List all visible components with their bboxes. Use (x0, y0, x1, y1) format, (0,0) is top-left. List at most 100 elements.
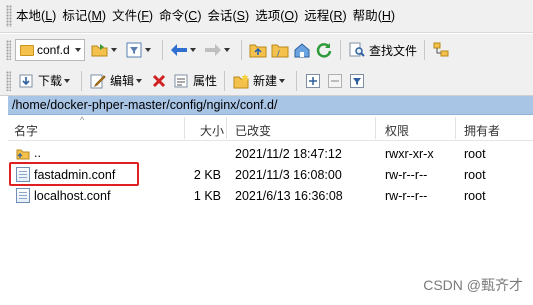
file-owner: root (464, 189, 486, 203)
folder-combo-value: conf.d (37, 43, 70, 57)
menu-session[interactable]: 会话(S) (205, 6, 251, 26)
back-button[interactable] (168, 38, 202, 62)
arrow-left-icon (170, 41, 188, 59)
home-icon (293, 41, 311, 59)
find-files-label: 查找文件 (369, 43, 418, 58)
edit-icon (89, 72, 107, 90)
folder-combo[interactable]: conf.d (15, 39, 85, 61)
file-size: 2 KB (193, 168, 221, 182)
watermark: CSDN @甄齐才 (423, 277, 523, 293)
column-divider[interactable] (184, 117, 185, 139)
file-permissions: rw-r--r-- (385, 168, 428, 182)
find-files-button[interactable]: 查找文件 (346, 38, 419, 62)
filter-selection-button[interactable] (346, 69, 368, 93)
chevron-down-icon[interactable] (224, 48, 230, 52)
chevron-down-icon[interactable] (111, 48, 117, 52)
sort-ascending-icon: ^ (80, 115, 85, 125)
file-name-cell: .. (16, 146, 41, 160)
navigation-toolbar: conf.d / 查找文件 (0, 34, 533, 66)
column-name[interactable]: 名字 (14, 122, 38, 139)
toolbar-separator (296, 70, 298, 91)
menubar-grip (6, 5, 12, 27)
properties-button[interactable]: 属性 (170, 69, 219, 93)
delete-icon (150, 72, 168, 90)
download-icon (17, 72, 35, 90)
new-item-icon (232, 72, 250, 90)
menu-command[interactable]: 命令(C) (157, 6, 203, 26)
download-label: 下载 (38, 74, 63, 88)
deselect-button[interactable] (324, 69, 346, 93)
chevron-down-icon[interactable] (279, 78, 286, 83)
file-permissions: rw-r--r-- (385, 189, 428, 203)
toolbar-separator (241, 40, 242, 60)
folder-icon (20, 44, 34, 56)
menu-options[interactable]: 选项(O) (253, 6, 300, 26)
filter-button[interactable] (123, 38, 157, 62)
file-owner: root (464, 147, 486, 161)
file-actions-toolbar: 下载 编辑 属性 新建 (0, 66, 533, 96)
edit-label: 编辑 (110, 74, 135, 88)
menu-file[interactable]: 文件(F) (110, 6, 155, 26)
arrow-right-icon (204, 41, 222, 59)
file-name: .. (34, 146, 41, 160)
column-permissions[interactable]: 权限 (385, 122, 409, 139)
file-icon (16, 188, 30, 203)
toolbar-separator (340, 40, 341, 60)
refresh-button[interactable] (313, 38, 335, 62)
file-modified: 2021/11/3 16:08:00 (235, 168, 342, 182)
file-modified: 2021/11/2 18:47:12 (235, 147, 342, 161)
column-size[interactable]: 大小 (200, 122, 224, 139)
properties-label: 属性 (193, 74, 218, 88)
menu-bar: 本地(L) 标记(M) 文件(F) 命令(C) 会话(S) 选项(O) 远程(R… (0, 0, 533, 33)
file-permissions: rwxr-xr-x (385, 147, 434, 161)
file-list-header: ^ 名字 大小 已改变 权限 拥有者 (8, 115, 533, 141)
refresh-icon (315, 41, 333, 59)
plus-icon (304, 72, 322, 90)
root-folder-icon: / (271, 41, 289, 59)
chevron-down-icon[interactable] (190, 48, 196, 52)
column-divider[interactable] (455, 117, 456, 139)
toolbar-grip (6, 70, 11, 91)
chevron-down-icon (75, 48, 81, 52)
open-folder-button[interactable] (89, 38, 123, 62)
parent-directory-button[interactable] (247, 38, 269, 62)
filter-icon (348, 72, 366, 90)
filter-icon (125, 41, 143, 59)
download-button[interactable]: 下载 (15, 69, 76, 93)
toolbar-separator (224, 70, 226, 91)
chevron-down-icon[interactable] (136, 78, 143, 83)
tree-view-icon (432, 41, 450, 59)
delete-button[interactable] (148, 69, 170, 93)
file-row-parent[interactable]: .. 2021/11/2 18:47:12 rwxr-xr-x root (8, 143, 533, 164)
edit-button[interactable]: 编辑 (87, 69, 148, 93)
file-name-cell: localhost.conf (16, 188, 110, 203)
new-label: 新建 (253, 74, 278, 88)
column-divider[interactable] (226, 117, 227, 139)
home-directory-button[interactable] (291, 38, 313, 62)
open-folder-icon (91, 41, 109, 59)
column-modified[interactable]: 已改变 (235, 122, 271, 139)
file-row-localhost[interactable]: localhost.conf 1 KB 2021/6/13 16:36:08 r… (8, 185, 533, 206)
current-path-bar[interactable]: /home/docker-phper-master/config/nginx/c… (8, 96, 533, 115)
root-directory-button[interactable]: / (269, 38, 291, 62)
current-path: /home/docker-phper-master/config/nginx/c… (12, 98, 278, 112)
menu-mark[interactable]: 标记(M) (60, 6, 108, 26)
menu-remote[interactable]: 远程(R) (302, 6, 348, 26)
column-owner[interactable]: 拥有者 (464, 122, 500, 139)
menu-help[interactable]: 帮助(H) (351, 6, 397, 26)
column-divider[interactable] (375, 117, 376, 139)
file-size: 1 KB (193, 189, 221, 203)
tree-view-button[interactable] (430, 38, 452, 62)
forward-button[interactable] (202, 38, 236, 62)
file-owner: root (464, 168, 486, 182)
new-button[interactable]: 新建 (230, 69, 291, 93)
toolbar-separator (81, 70, 83, 91)
chevron-down-icon[interactable] (64, 78, 71, 83)
toolbar-separator (162, 40, 163, 60)
menu-local[interactable]: 本地(L) (14, 6, 58, 26)
properties-icon (172, 72, 190, 90)
select-all-button[interactable] (302, 69, 324, 93)
toolbar-grip (6, 40, 11, 60)
file-name: localhost.conf (34, 188, 111, 203)
chevron-down-icon[interactable] (145, 48, 151, 52)
